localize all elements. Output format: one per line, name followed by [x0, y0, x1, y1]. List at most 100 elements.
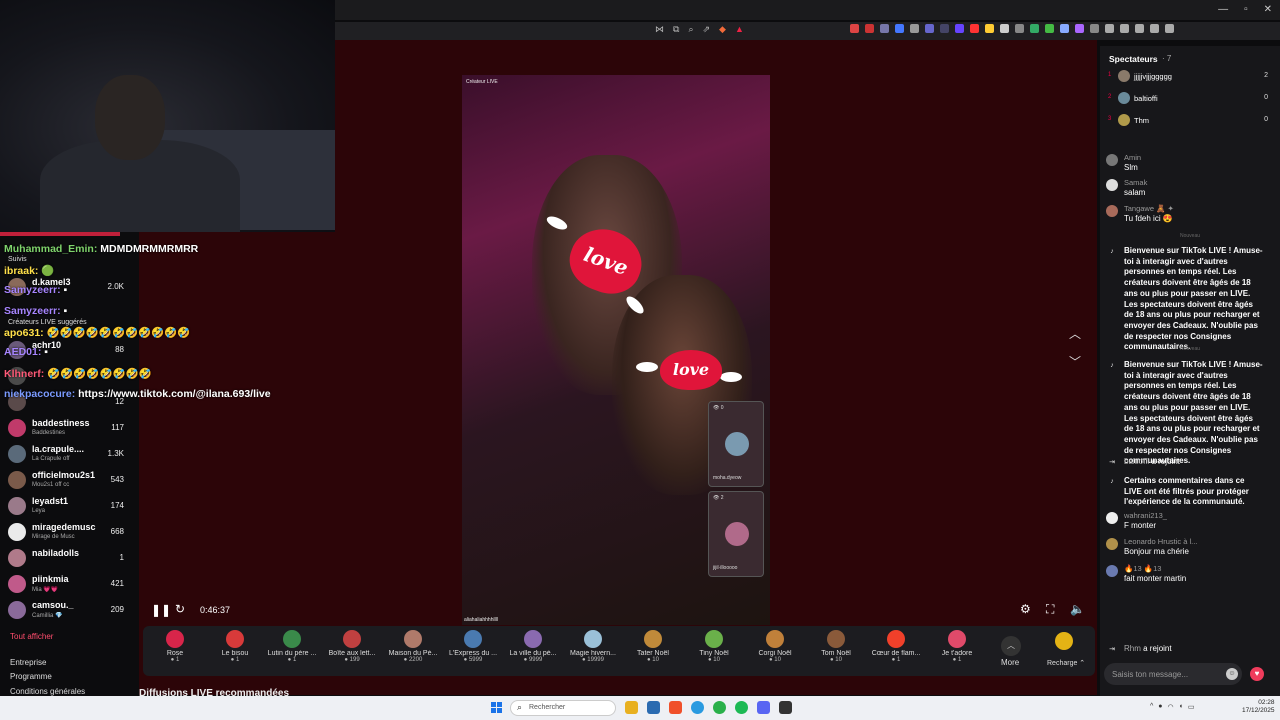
extension-icon[interactable] [1030, 24, 1039, 33]
creator-row[interactable]: miragedemusc Mirage de Musc 668 [8, 521, 130, 547]
chat-username[interactable]: Samak [1124, 178, 1147, 187]
extension-icon[interactable] [910, 24, 919, 33]
extension-icon[interactable] [1045, 24, 1054, 33]
extension-icon[interactable] [1015, 24, 1024, 33]
sound-icon[interactable]: ◖ [1179, 703, 1183, 711]
app-tray-icon[interactable]: ● [1158, 703, 1162, 711]
next-live-icon[interactable]: ﹀ [1069, 353, 1081, 370]
avatar[interactable] [1106, 154, 1118, 166]
gift-item[interactable]: Tiny Noël ● 10 [684, 630, 744, 663]
wifi-icon[interactable]: ◠ [1168, 703, 1174, 711]
creator-row[interactable]: leyadst1 Leya 174 [8, 495, 130, 521]
show-all-link[interactable]: Tout afficher [10, 632, 53, 641]
extension-icon[interactable] [1000, 24, 1009, 33]
footer-link[interactable]: Conditions générales [10, 687, 85, 696]
shield-icon[interactable]: ◆ [719, 24, 726, 35]
chat-username[interactable]: wahrani213_ [1124, 511, 1167, 520]
top-viewer-row[interactable]: 2 baltioffi 0 [1106, 91, 1274, 107]
extension-icon[interactable] [880, 24, 889, 33]
taskbar-clock[interactable]: 02:28 17/12/2025 [1242, 699, 1275, 715]
gift-icon[interactable]: ♥ [1250, 667, 1264, 681]
more-gifts-label[interactable]: More [1001, 658, 1019, 667]
settings-icon[interactable]: ⚙ [1020, 602, 1031, 616]
gift-item[interactable]: Rose ● 1 [145, 630, 205, 663]
gift-item[interactable]: La ville du pè... ● 9999 [503, 630, 563, 663]
recharge-button[interactable]: Recharge ⌃ [1047, 659, 1085, 667]
extension-icon[interactable] [940, 24, 949, 33]
top-viewer-row[interactable]: 3 Thm 0 [1106, 113, 1274, 129]
brave-icon[interactable] [669, 701, 682, 714]
menu-icon[interactable] [1165, 24, 1174, 33]
footer-link[interactable]: Programme [10, 672, 52, 681]
avatar[interactable] [1106, 179, 1118, 191]
avatar[interactable] [1106, 205, 1118, 217]
creator-row[interactable]: camsou._ Camillia 💎 209 [8, 599, 130, 625]
discord-icon[interactable] [757, 701, 770, 714]
avatar[interactable] [1106, 512, 1118, 524]
telegram-icon[interactable] [691, 701, 704, 714]
download-icon[interactable] [1135, 24, 1144, 33]
gift-item[interactable]: Tater Noël ● 10 [623, 630, 683, 663]
extension-icon[interactable] [895, 24, 904, 33]
extension-icon[interactable] [925, 24, 934, 33]
extension-icon[interactable] [865, 24, 874, 33]
creator-row[interactable]: la.crapule.... La Crapule off 1.3K [8, 443, 130, 469]
gift-item[interactable]: Cœur de flam... ● 1 [866, 630, 926, 663]
gift-item[interactable]: Maison du Pè... ● 2200 [383, 630, 443, 663]
taskbar-search[interactable]: ⌕ Rechercher [510, 700, 616, 716]
gift-item[interactable]: Lutin du père ... ● 1 [262, 630, 322, 663]
guest-tile[interactable]: 👁 2 jijil·illooooo [708, 491, 764, 577]
whatsapp-icon[interactable] [713, 701, 726, 714]
extension-icon[interactable] [850, 24, 859, 33]
battery-icon[interactable]: ▭ [1188, 703, 1195, 711]
gift-item[interactable]: Tom Noël ● 10 [806, 630, 866, 663]
sidebar-icon[interactable] [1150, 24, 1159, 33]
creator-row[interactable]: baddestiness Baddestines 117 [8, 417, 130, 443]
open-external-icon[interactable]: ⧉ [673, 24, 679, 35]
extension-icon[interactable] [955, 24, 964, 33]
chat-username[interactable]: Tangawe 🧸 ✦ [1124, 204, 1174, 213]
emoji-icon[interactable]: ☺ [1226, 668, 1238, 680]
fullscreen-icon[interactable]: ⛶ [1046, 602, 1054, 617]
chat-username[interactable]: Leonardo Hrustic à l... [1124, 537, 1197, 546]
gift-item[interactable]: L'Express du ... ● 5999 [443, 630, 503, 663]
join-user[interactable]: Rhm [1124, 644, 1141, 653]
store-icon[interactable] [647, 701, 660, 714]
refresh-icon[interactable]: ↻ [175, 602, 185, 616]
minimize-icon[interactable]: — [1218, 4, 1228, 15]
creator-row[interactable]: piinkmia Mia 💗💗 421 [8, 573, 130, 599]
chat-username[interactable]: 🔥13 🔥13 [1124, 564, 1161, 573]
coin-icon[interactable] [1055, 632, 1073, 650]
join-user[interactable]: baltioffi [1124, 457, 1149, 466]
footer-link[interactable]: Entreprise [10, 658, 46, 667]
chat-username[interactable]: Amin [1124, 153, 1141, 162]
alert-icon[interactable]: ▲ [735, 24, 744, 35]
top-viewer-row[interactable]: 1 jjjjjvjjjggggg 2 [1106, 69, 1274, 85]
windows-start-icon[interactable] [491, 702, 503, 714]
creator-row[interactable]: officielmou2s1 Mou2s1 off cc 543 [8, 469, 130, 495]
close-icon[interactable]: ✕ [1264, 4, 1272, 15]
gift-item[interactable]: Magie hivern... ● 19999 [563, 630, 623, 663]
gift-item[interactable]: Boîte aux lett... ● 199 [322, 630, 382, 663]
extension-icon[interactable] [1090, 24, 1099, 33]
chevron-up-icon[interactable]: ^ [1150, 703, 1153, 711]
zoom-icon[interactable]: ⌕ [688, 24, 693, 35]
extension-icon[interactable] [970, 24, 979, 33]
extension-icon[interactable] [1120, 24, 1129, 33]
gift-item[interactable]: Je t'adore ● 1 [927, 630, 987, 663]
extension-icon[interactable] [1105, 24, 1114, 33]
extension-icon[interactable] [1060, 24, 1069, 33]
pause-icon[interactable]: ❚❚ [151, 603, 171, 617]
volume-icon[interactable]: 🔈 [1070, 602, 1085, 616]
guest-tile[interactable]: 👁 0 moha.dyeow [708, 401, 764, 487]
creator-row[interactable]: nabiladolls 1 [8, 547, 130, 573]
share-icon[interactable]: ⇗ [702, 24, 710, 35]
avatar[interactable] [1106, 565, 1118, 577]
file-explorer-icon[interactable] [625, 701, 638, 714]
translate-icon[interactable]: ⋈ [655, 24, 664, 35]
extension-icon[interactable] [985, 24, 994, 33]
more-gifts-icon[interactable]: ︿ [1001, 636, 1021, 656]
obs-icon[interactable] [779, 701, 792, 714]
chat-input[interactable] [1112, 667, 1222, 681]
spotify-icon[interactable] [735, 701, 748, 714]
